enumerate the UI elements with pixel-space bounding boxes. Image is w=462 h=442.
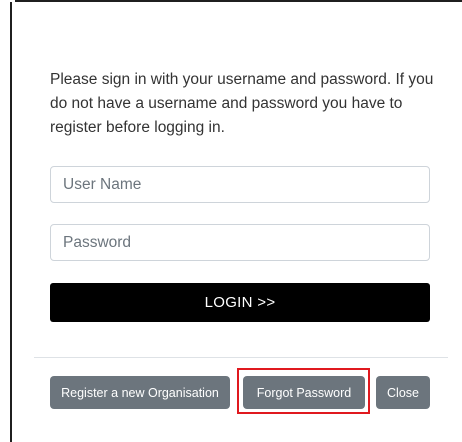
forgot-password-button[interactable]: Forgot Password [243,376,365,409]
login-dialog: Please sign in with your username and pa… [0,0,462,442]
close-button[interactable]: Close [376,376,430,409]
footer-divider [34,357,448,358]
window-edge-corner [10,0,15,2]
login-button[interactable]: LOGIN >> [50,283,430,322]
password-input[interactable] [50,224,430,261]
window-edge-top [13,0,462,2]
sign-in-instructions: Please sign in with your username and pa… [50,70,434,136]
username-input[interactable] [50,166,430,203]
register-organisation-button[interactable]: Register a new Organisation [50,376,230,409]
window-edge-left [10,0,12,442]
